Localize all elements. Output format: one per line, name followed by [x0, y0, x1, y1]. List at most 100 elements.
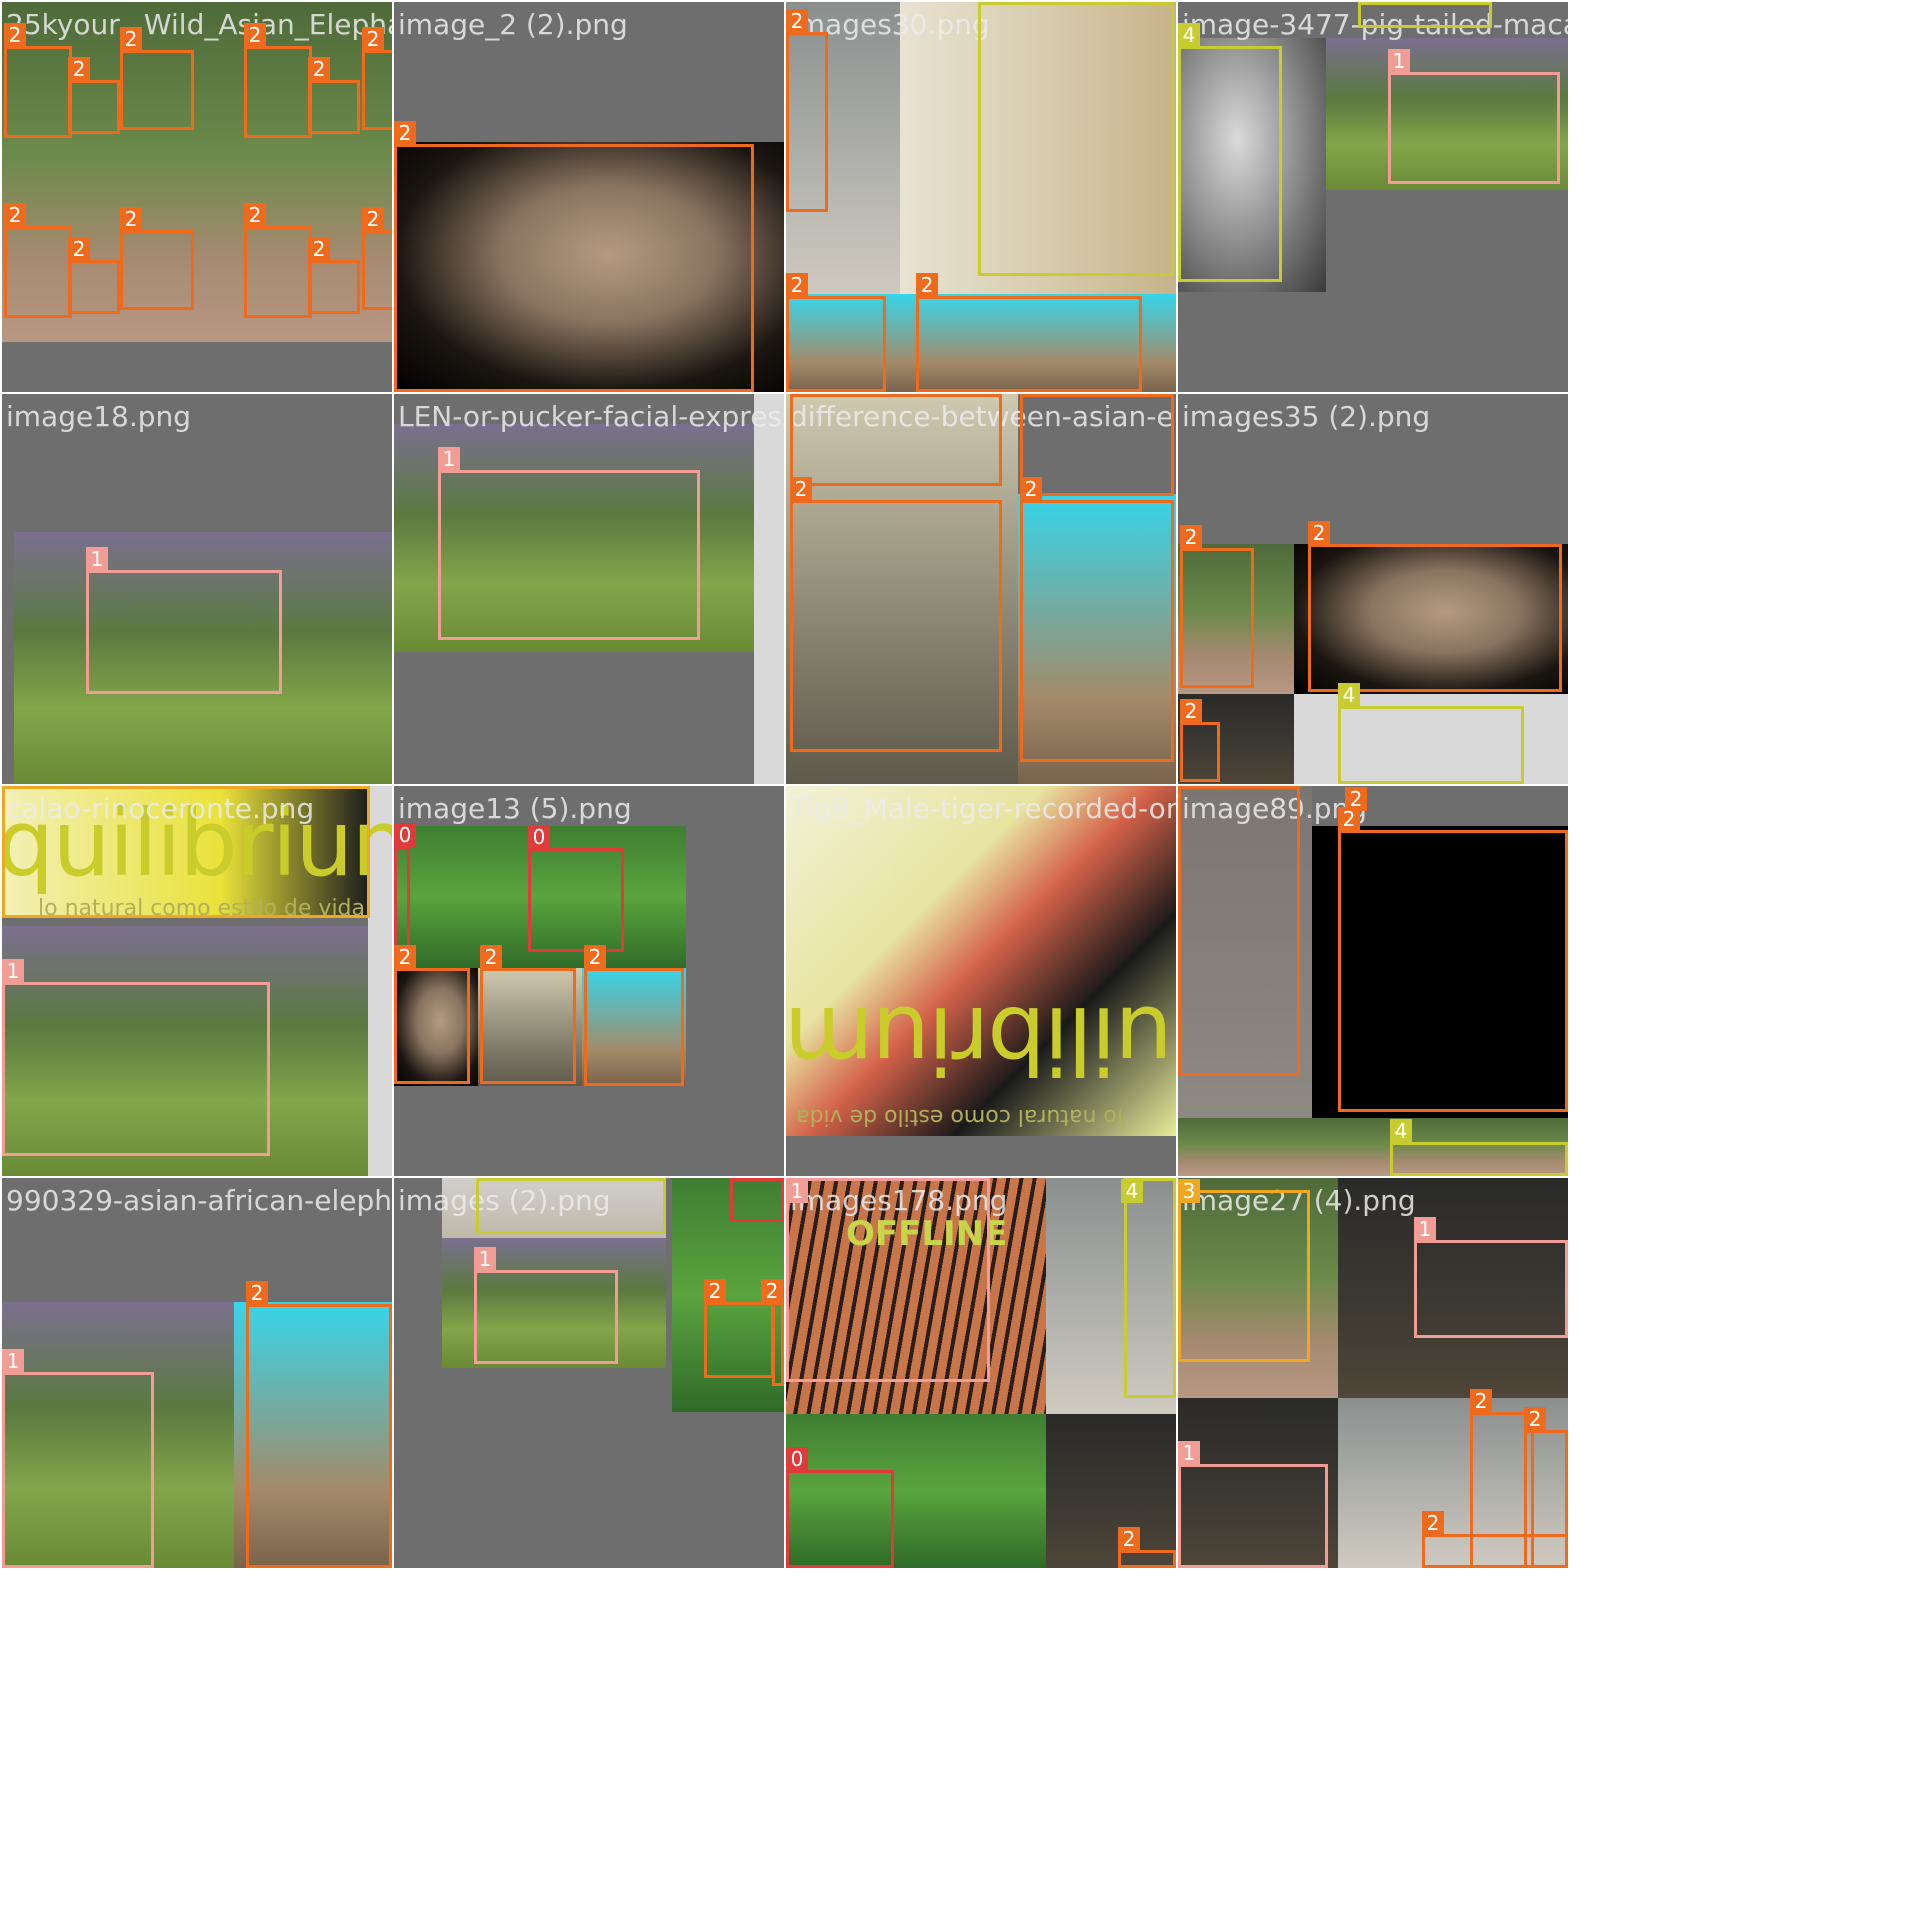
bbox-elephant: 2 — [1020, 477, 1174, 762]
class-label: 2 — [704, 1279, 726, 1303]
tile-tigers-hornbill: image27 (4).png 3 1 1 2 2 2 — [1178, 1178, 1568, 1568]
bbox-hornbill: 3 — [2, 786, 370, 918]
bbox-macaque: 4 — [1358, 2, 1492, 28]
bbox-elephant: 2 — [394, 121, 754, 392]
class-label: 3 — [1178, 1179, 1200, 1203]
bbox-sloth-bear: 0 — [786, 1447, 894, 1568]
bbox-macaque: 4 — [978, 2, 1174, 276]
class-label: 2 — [1338, 807, 1360, 831]
bbox-elephant: 2 — [1180, 699, 1220, 782]
bbox-tiger: 1 — [86, 547, 282, 694]
class-label: 2 — [246, 1281, 268, 1305]
class-label: 2 — [120, 207, 142, 231]
class-label: 2 — [4, 203, 26, 227]
bbox-macaque: 4 — [1121, 1178, 1176, 1398]
class-label: 2 — [1422, 1511, 1444, 1535]
class-label: 2 — [362, 27, 384, 51]
tile-title: image13 (5).png — [398, 792, 632, 825]
photo-border — [754, 394, 784, 784]
bbox-elephant: 2 — [916, 273, 1142, 392]
class-label: 2 — [790, 394, 812, 395]
tile-elephant-macaque: images35 (2).png 2 2 2 4 — [1178, 394, 1568, 784]
class-label: 2 — [584, 945, 606, 969]
class-label: 2 — [916, 273, 938, 297]
class-label: 2 — [1180, 699, 1202, 723]
class-label: 0 — [730, 1178, 752, 1179]
tile-tiger-bear: OFFLINE images178.png 1 4 0 2 — [786, 1178, 1176, 1568]
bbox-sloth-bear: 0 — [730, 1178, 784, 1222]
class-label: 2 — [1020, 394, 1042, 395]
brand-wordmark-mirrored: quilibrium — [786, 986, 1176, 1093]
bbox-elephant: 2 — [308, 57, 360, 134]
class-label: 2 — [1020, 477, 1042, 501]
bbox-elephant: 2 — [1308, 521, 1562, 692]
tile-elephant-tusks-crop: image89.png 2 2 4 — [1178, 786, 1568, 1176]
class-label: 0 — [528, 825, 550, 849]
bbox-elephant: 2 — [4, 203, 72, 318]
bbox-elephant: 2 — [68, 57, 120, 134]
class-label: 0 — [786, 1447, 808, 1471]
class-label: 2 — [308, 237, 330, 261]
class-label: 2 — [1118, 1527, 1140, 1551]
tile-mixed-crops: images (2).png 4 0 1 2 2 — [394, 1178, 784, 1568]
class-label: 1 — [474, 1247, 496, 1271]
bbox-tiger: 1 — [786, 1178, 990, 1382]
class-label: 2 — [394, 945, 416, 969]
class-label: 2 — [362, 207, 384, 231]
bbox-elephant: 2 — [786, 9, 828, 212]
bbox-tiger: 1 — [1414, 1217, 1568, 1338]
class-label: 2 — [394, 121, 416, 145]
class-label: 2 — [68, 237, 90, 261]
tile-hornbill-banner: quilibrium lo natural como estilo de vid… — [2, 786, 392, 1176]
class-label: 2 — [244, 23, 266, 47]
tile-title: image18.png — [6, 400, 192, 433]
tile-asian-african-comparison: difference-between-asian-elephants 2 2 2… — [786, 394, 1176, 784]
bbox-elephant: 2 — [244, 23, 312, 138]
bbox-elephant: 2 — [68, 237, 120, 314]
bbox-elephant: 2 — [1338, 807, 1568, 1112]
class-label: 2 — [786, 9, 808, 33]
bbox-elephant: 2 — [1422, 1511, 1568, 1568]
class-label: 3 — [2, 786, 24, 789]
bbox-elephant: 2 — [480, 945, 576, 1084]
bbox-elephant: 2 — [394, 945, 470, 1084]
class-label: 1 — [438, 447, 460, 471]
bbox-tiger: 1 — [438, 447, 700, 640]
class-label: 1 — [2, 1349, 24, 1373]
tile-title: 990329-asian-african-elephants — [6, 1184, 392, 1217]
class-label: 2 — [1180, 525, 1202, 549]
class-label: 4 — [1358, 2, 1380, 3]
bbox-tiger: 1 — [2, 959, 270, 1156]
class-label: 4 — [476, 1178, 498, 1179]
bbox-elephant: 2 — [704, 1279, 774, 1378]
tile-bear-elephants: image13 (5).png 0 0 2 2 2 — [394, 786, 784, 1176]
bbox-elephant: 2 — [1178, 786, 1367, 1076]
bbox-elephant: 2 — [1020, 394, 1174, 496]
class-label: 0 — [394, 823, 416, 847]
class-label: 1 — [1178, 1441, 1200, 1465]
bbox-elephant: 2 — [120, 27, 194, 130]
bbox-macaque: 4 — [476, 1178, 666, 1234]
bbox-elephant: 2 — [246, 1281, 392, 1568]
class-label: 2 — [244, 203, 266, 227]
tile-tiger-lying: LEN-or-pucker-facial-expression-female 1 — [394, 394, 784, 784]
class-label: 4 — [1121, 1179, 1143, 1203]
bbox-elephant: 2 — [362, 207, 392, 310]
class-label: 2 — [308, 57, 330, 81]
class-label: 2 — [1470, 1389, 1492, 1413]
class-label: 2 — [1308, 521, 1330, 545]
tile-elephant-night: image_2 (2).png 2 — [394, 2, 784, 392]
bbox-elephant: 2 — [786, 273, 886, 392]
bbox-macaque: 4 — [1390, 1119, 1568, 1176]
tile-hornbill-closeup: quilibrium lo natural como estilo de vid… — [786, 786, 1176, 1176]
class-label: 2 — [120, 27, 142, 51]
bbox-elephant: 2 — [120, 207, 194, 310]
tile-elephant-herd: 25kyour...Wild_Asian_Elephants_in_Tamil_… — [2, 2, 392, 392]
class-label: 1 — [1414, 1217, 1436, 1241]
bbox-tiger: 1 — [1388, 49, 1560, 184]
bbox-macaque: 4 — [1338, 683, 1524, 784]
tile-title: image_2 (2).png — [398, 8, 628, 41]
class-label: 4 — [1390, 1119, 1412, 1143]
class-label: 2 — [786, 273, 808, 297]
class-label: 1 — [2, 959, 24, 983]
